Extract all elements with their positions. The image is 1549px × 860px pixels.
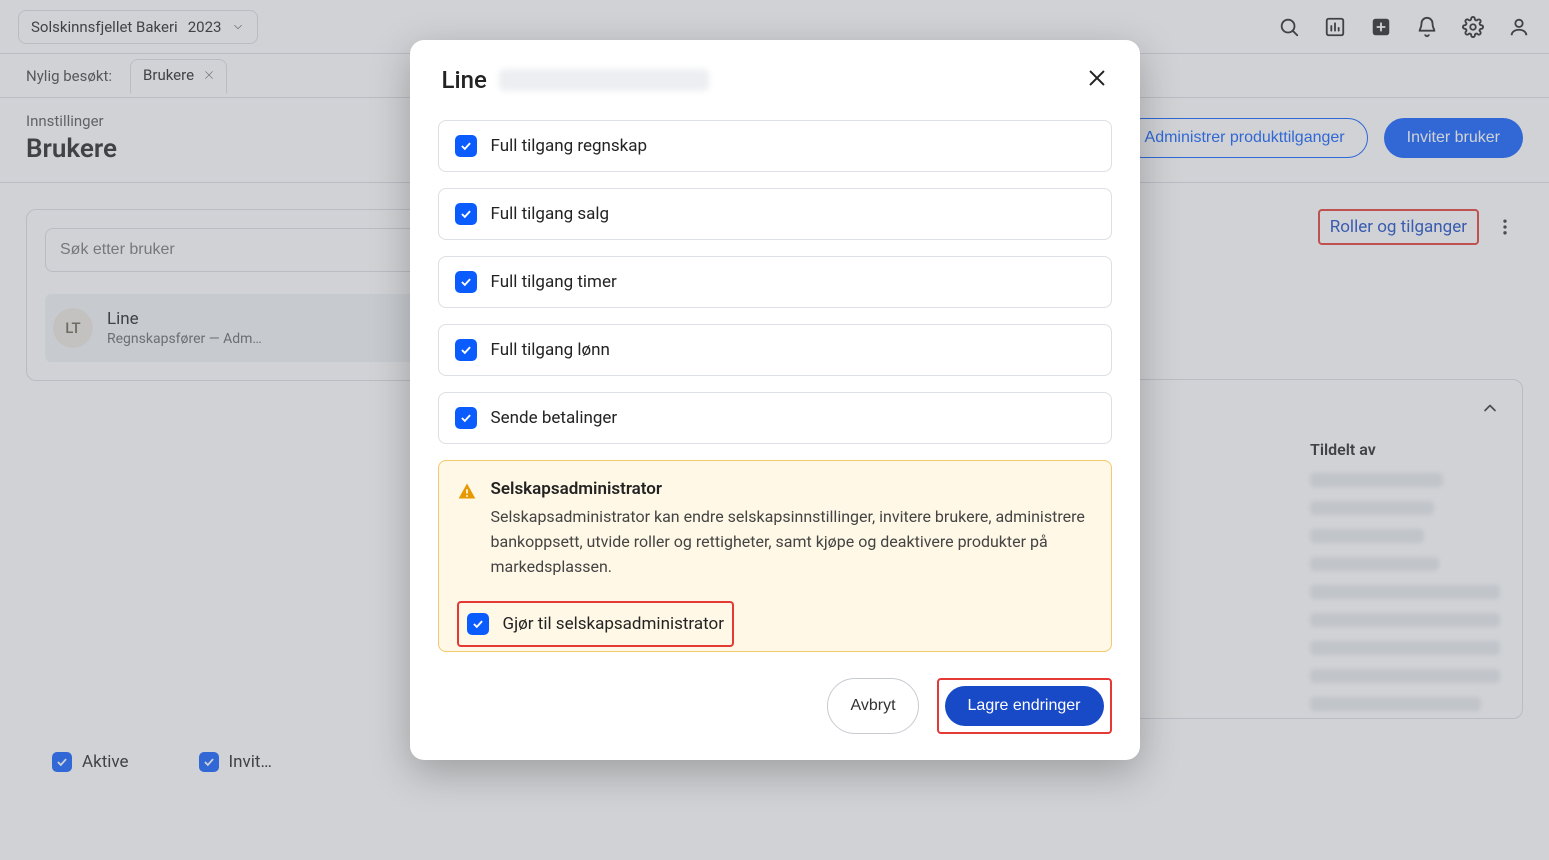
modal-footer: Avbryt Lagre endringer xyxy=(410,660,1140,760)
checkbox[interactable] xyxy=(455,271,477,293)
close-icon xyxy=(1086,67,1108,89)
admin-title: Selskapsadministrator xyxy=(491,479,1093,499)
permission-row-salg[interactable]: Full tilgang salg xyxy=(438,188,1112,240)
checkbox[interactable] xyxy=(467,613,489,635)
permission-label: Full tilgang lønn xyxy=(491,340,610,360)
admin-description: Selskapsadministrator kan endre selskaps… xyxy=(491,505,1093,579)
edit-user-modal: Line Full tilgang regnskap Full tilgang … xyxy=(410,40,1140,760)
make-admin-checkbox-row[interactable]: Gjør til selskapsadministrator xyxy=(457,601,734,647)
permission-row-regnskap[interactable]: Full tilgang regnskap xyxy=(438,120,1112,172)
modal-close-button[interactable] xyxy=(1086,67,1108,93)
warning-icon xyxy=(457,481,477,501)
permission-row-lonn[interactable]: Full tilgang lønn xyxy=(438,324,1112,376)
permission-row-timer[interactable]: Full tilgang timer xyxy=(438,256,1112,308)
blurred-surname xyxy=(499,69,709,91)
modal-header: Line xyxy=(410,40,1140,112)
app-root: Solskinnsfjellet Bakeri 2023 Nylig besøk… xyxy=(0,0,1549,860)
permission-label: Full tilgang regnskap xyxy=(491,136,648,156)
admin-warning-block: Selskapsadministrator Selskapsadministra… xyxy=(438,460,1112,652)
checkbox[interactable] xyxy=(455,407,477,429)
modal-title: Line xyxy=(442,66,709,94)
modal-overlay: Line Full tilgang regnskap Full tilgang … xyxy=(0,0,1549,860)
modal-body[interactable]: Full tilgang regnskap Full tilgang salg … xyxy=(410,112,1140,660)
make-admin-label: Gjør til selskapsadministrator xyxy=(503,614,724,634)
permission-row-betalinger[interactable]: Sende betalinger xyxy=(438,392,1112,444)
cancel-button[interactable]: Avbryt xyxy=(827,678,918,734)
modal-title-name: Line xyxy=(442,66,487,94)
checkbox[interactable] xyxy=(455,203,477,225)
permission-label: Sende betalinger xyxy=(491,408,618,428)
admin-warning-top: Selskapsadministrator Selskapsadministra… xyxy=(457,479,1093,579)
permission-label: Full tilgang salg xyxy=(491,204,610,224)
checkbox[interactable] xyxy=(455,135,477,157)
admin-text: Selskapsadministrator Selskapsadministra… xyxy=(491,479,1093,579)
save-button[interactable]: Lagre endringer xyxy=(945,686,1104,726)
checkbox[interactable] xyxy=(455,339,477,361)
permission-label: Full tilgang timer xyxy=(491,272,617,292)
save-button-highlight: Lagre endringer xyxy=(937,678,1112,734)
